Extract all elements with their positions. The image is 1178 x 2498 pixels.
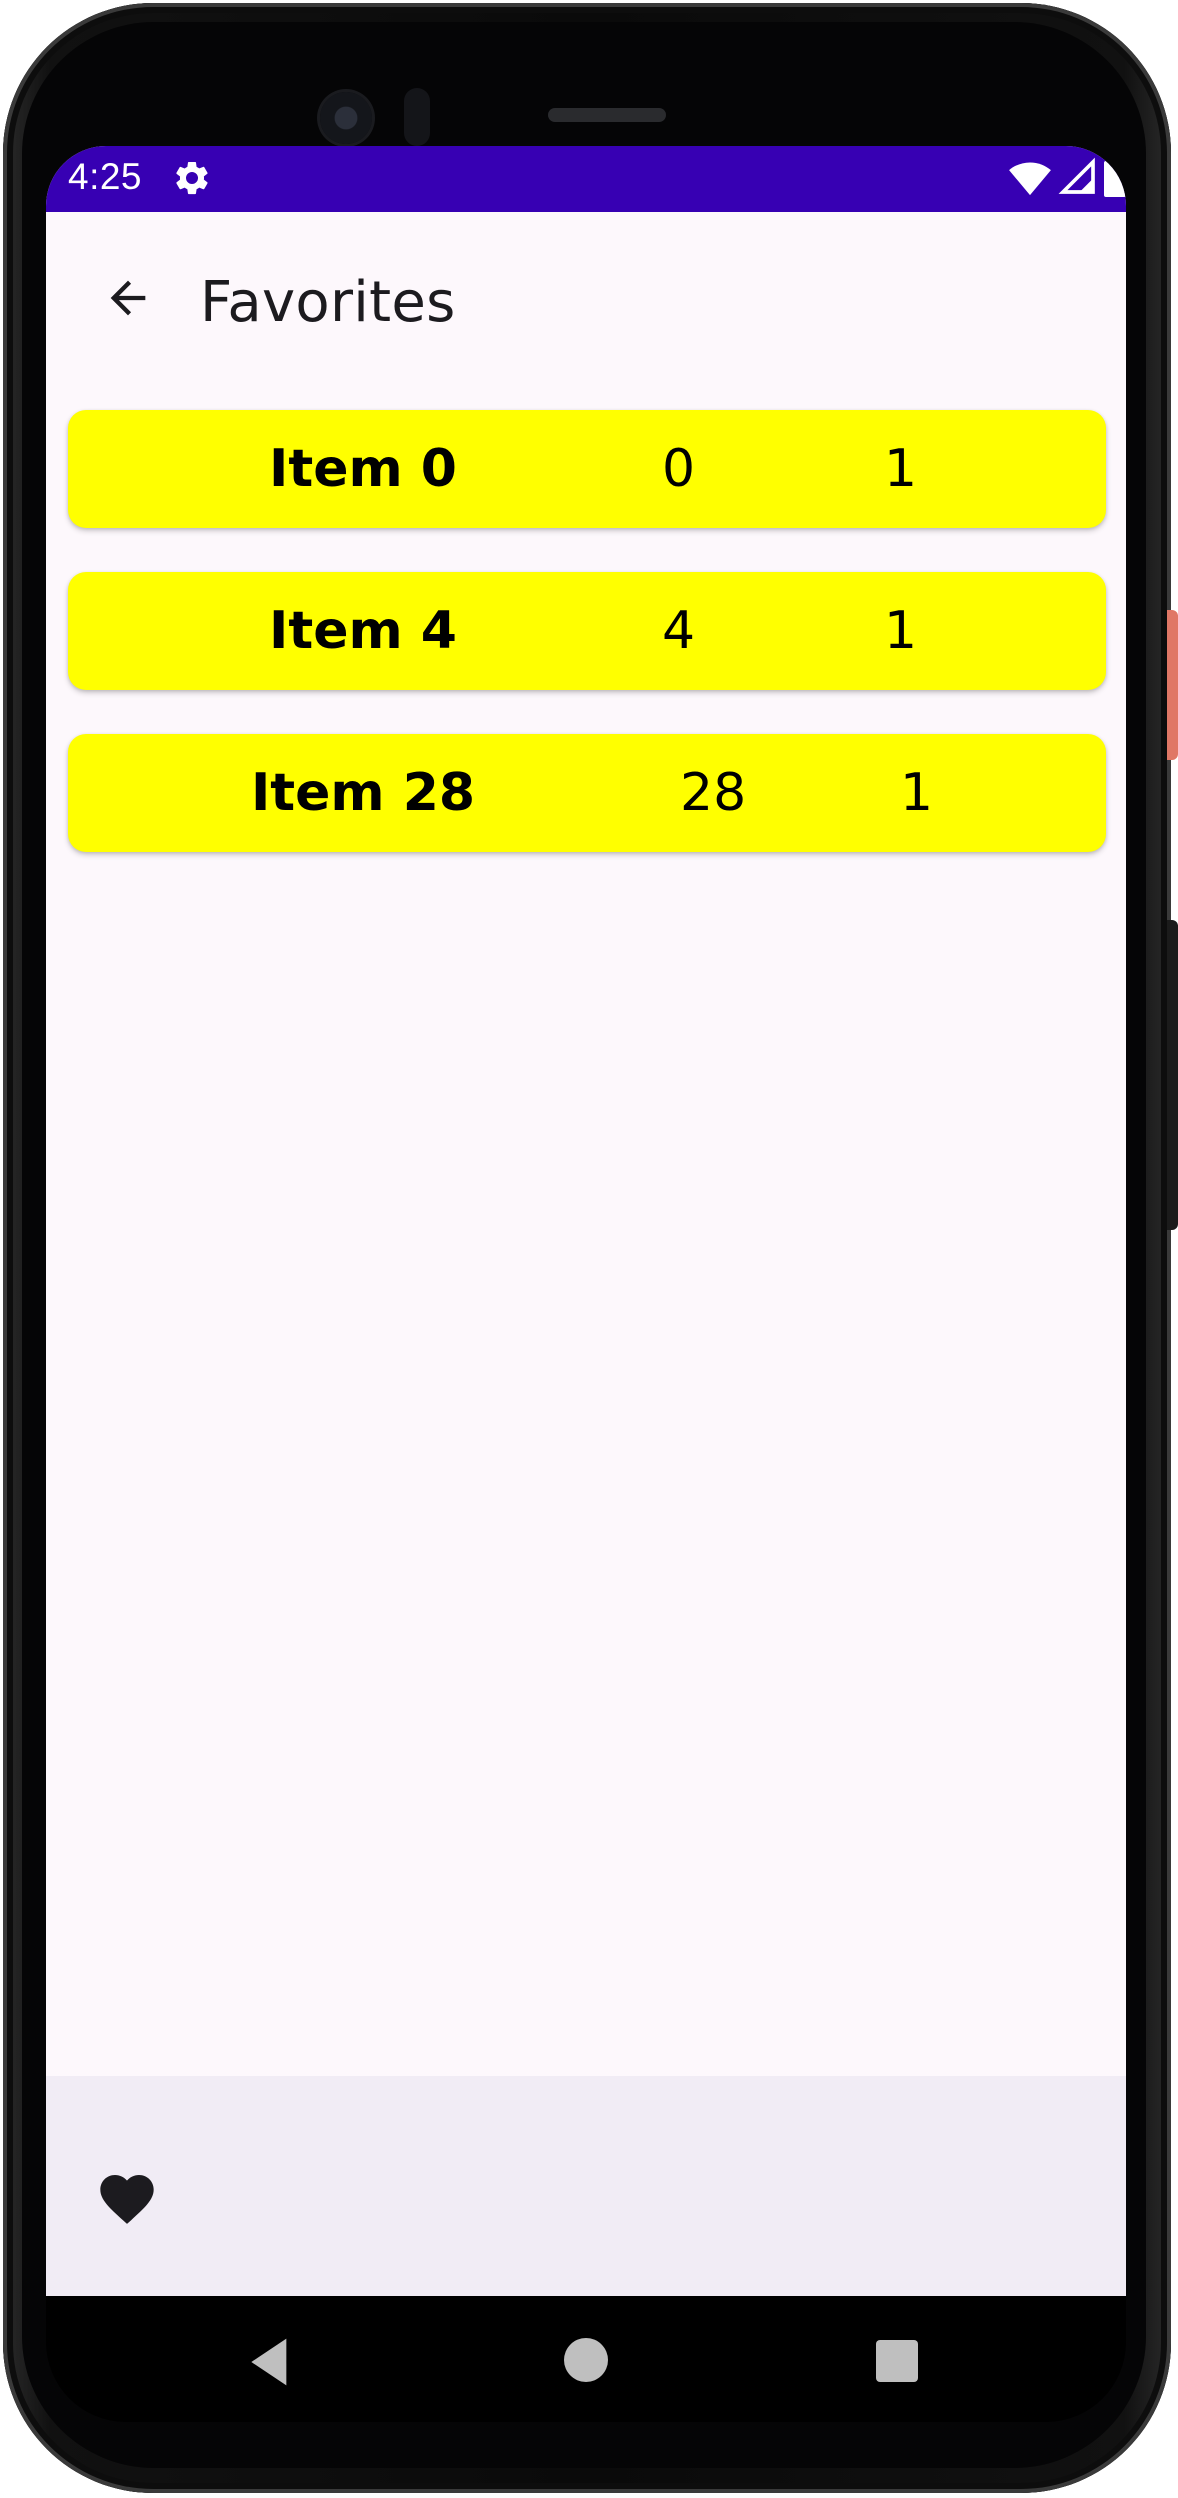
list-item[interactable]: Item 28 28 1 xyxy=(68,734,1106,852)
item-count: 1 xyxy=(884,439,918,499)
item-count: 1 xyxy=(884,601,918,661)
recents-square-icon[interactable] xyxy=(876,2340,918,2382)
back-button[interactable] xyxy=(84,256,172,344)
power-button xyxy=(1167,610,1178,760)
proximity-sensor xyxy=(404,88,430,146)
volume-button xyxy=(1167,920,1178,1230)
favorites-button[interactable] xyxy=(82,2156,172,2246)
bottom-app-bar xyxy=(46,2076,1126,2296)
status-bar: 4:25 xyxy=(46,146,1126,212)
top-app-bar: Favorites xyxy=(46,212,1126,388)
battery-icon xyxy=(1104,156,1126,202)
item-value: 4 xyxy=(662,601,696,661)
page-title: Favorites xyxy=(200,270,456,335)
earpiece-speaker xyxy=(548,108,666,122)
back-triangle-icon[interactable] xyxy=(242,2334,298,2390)
favorites-list: Item 0 0 1 Item 4 4 1 Item 28 28 1 xyxy=(68,410,1106,896)
item-count: 1 xyxy=(900,763,934,823)
item-name: Item 28 xyxy=(250,763,476,823)
status-icons xyxy=(1008,156,1126,202)
screen: 4:25 Favorites Item 0 0 1 Item 4 4 1 Ite… xyxy=(46,146,1126,2296)
settings-icon xyxy=(172,158,212,198)
front-camera xyxy=(320,92,372,144)
system-navigation-bar xyxy=(46,2296,1126,2422)
wifi-icon xyxy=(1008,157,1052,202)
item-value: 0 xyxy=(662,439,696,499)
item-name: Item 0 xyxy=(269,439,457,499)
status-time: 4:25 xyxy=(68,156,143,197)
arrow-back-icon xyxy=(102,272,154,329)
item-name: Item 4 xyxy=(269,601,457,661)
heart-icon xyxy=(95,2167,159,2236)
item-value: 28 xyxy=(680,763,747,823)
home-circle-icon[interactable] xyxy=(564,2338,608,2382)
list-item[interactable]: Item 4 4 1 xyxy=(68,572,1106,690)
list-item[interactable]: Item 0 0 1 xyxy=(68,410,1106,528)
signal-icon xyxy=(1058,157,1098,202)
